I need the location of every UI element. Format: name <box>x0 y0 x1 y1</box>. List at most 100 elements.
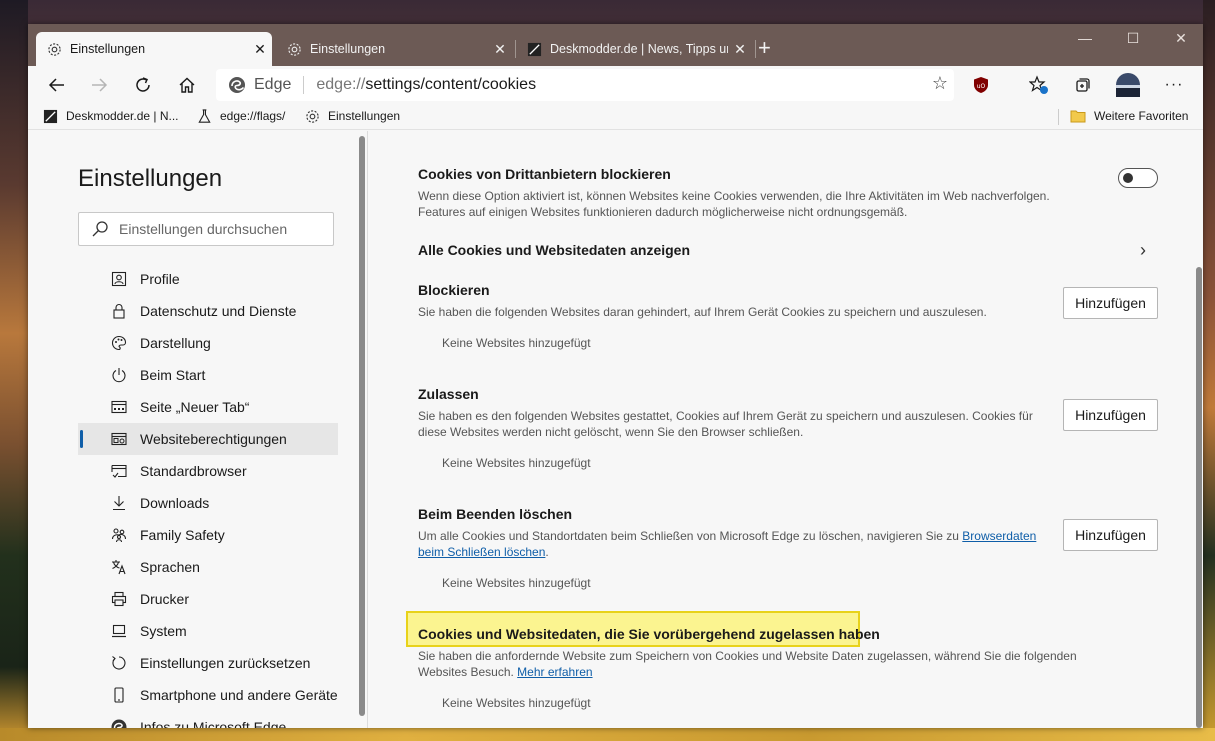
section-all-cookies[interactable]: Alle Cookies und Websitedaten anzeigen › <box>418 240 1158 260</box>
sidebar-scrollbar[interactable] <box>358 136 366 728</box>
phone-icon <box>110 686 128 704</box>
sidebar-item-new-tab[interactable]: Seite „Neuer Tab“ <box>78 391 338 423</box>
home-button[interactable] <box>172 70 202 100</box>
toolbar: Edge edge:// settings/content/cookies ☆ … <box>28 66 1203 104</box>
folder-icon <box>1070 108 1086 124</box>
profile-avatar[interactable] <box>1113 70 1143 100</box>
settings-sidebar: Einstellungen Profile Datenschutz und Di… <box>28 131 358 728</box>
allow-title: Zulassen <box>418 386 479 402</box>
sidebar-item-printer[interactable]: Drucker <box>78 583 338 615</box>
newtab-page-icon <box>110 398 128 416</box>
arrow-left-icon <box>48 78 64 92</box>
favorite-flags[interactable]: edge://flags/ <box>196 108 285 124</box>
url-host: edge:// <box>316 76 366 93</box>
favorite-label: edge://flags/ <box>220 109 286 123</box>
sidebar-item-appearance[interactable]: Darstellung <box>78 327 338 359</box>
desktop-wallpaper-right <box>1203 0 1215 741</box>
tab-label: Einstellungen <box>70 42 146 56</box>
tab-close-button[interactable]: ✕ <box>488 41 512 58</box>
clear-on-exit-desc-suffix: . <box>545 545 549 559</box>
home-icon <box>179 77 195 93</box>
address-brand: Edge <box>254 76 292 93</box>
gear-icon <box>286 41 302 57</box>
section-clear-on-exit: Beim Beenden löschen Um alle Cookies und… <box>418 506 1158 596</box>
settings-search[interactable] <box>78 212 334 246</box>
sidebar-item-languages[interactable]: Sprachen <box>78 551 338 583</box>
sidebar-item-phone[interactable]: Smartphone und andere Geräte <box>78 679 338 711</box>
sidebar-item-about[interactable]: Infos zu Microsoft Edge <box>78 711 338 728</box>
main-scrollbar[interactable] <box>1195 131 1203 728</box>
main-scrollbar-thumb[interactable] <box>1196 267 1202 728</box>
all-cookies-title: Alle Cookies und Websitedaten anzeigen <box>418 242 691 258</box>
sidebar-item-label: Sprachen <box>140 559 200 575</box>
sidebar-scrollbar-thumb[interactable] <box>359 136 365 716</box>
section-block: Blockieren Sie haben die folgenden Websi… <box>418 282 1158 362</box>
minimize-button[interactable]: — <box>1065 30 1105 46</box>
sidebar-item-startup[interactable]: Beim Start <box>78 359 338 391</box>
browser-window: Einstellungen ✕ Einstellungen ✕ Deskmodd… <box>28 24 1203 728</box>
ublock-extension-icon[interactable]: uO <box>968 72 994 98</box>
sidebar-item-label: Downloads <box>140 495 210 511</box>
third-party-toggle[interactable] <box>1118 168 1158 188</box>
temporary-empty-text: Keine Websites hinzugefügt <box>442 696 591 710</box>
tab-close-button[interactable]: ✕ <box>728 41 752 58</box>
sidebar-item-default-browser[interactable]: Standardbrowser <box>78 455 338 487</box>
favorite-settings[interactable]: Einstellungen <box>304 108 400 124</box>
tab-close-button[interactable]: ✕ <box>248 41 272 58</box>
more-menu-button[interactable]: ··· <box>1161 72 1187 98</box>
third-party-title: Cookies von Drittanbietern blockieren <box>418 166 671 182</box>
family-icon <box>110 526 128 544</box>
sidebar-item-downloads[interactable]: Downloads <box>78 487 338 519</box>
temporary-title: Cookies und Websitedaten, die Sie vorübe… <box>418 626 880 642</box>
desktop-wallpaper-bottom <box>0 728 1215 741</box>
favorite-deskmodder[interactable]: Deskmodder.de | N... <box>42 108 179 124</box>
svg-text:uO: uO <box>977 83 986 90</box>
favorites-separator <box>1058 109 1059 125</box>
section-allow: Zulassen Sie haben es den folgenden Webs… <box>418 386 1158 476</box>
tab-strip: Einstellungen ✕ Einstellungen ✕ Deskmodd… <box>28 24 1203 66</box>
clear-on-exit-add-button[interactable]: Hinzufügen <box>1063 519 1158 551</box>
favorite-star-icon[interactable]: ☆ <box>932 73 948 94</box>
sidebar-item-family-safety[interactable]: Family Safety <box>78 519 338 551</box>
new-tab-button[interactable]: + <box>758 36 771 60</box>
maximize-button[interactable]: ☐ <box>1113 30 1153 47</box>
palette-icon <box>110 334 128 352</box>
tab-deskmodder[interactable]: Deskmodder.de | News, Tipps un ✕ <box>516 32 752 66</box>
sidebar-item-label: System <box>140 623 187 639</box>
sidebar-item-profile[interactable]: Profile <box>78 263 338 295</box>
sidebar-item-label: Datenschutz und Dienste <box>140 303 297 319</box>
sidebar-item-label: Drucker <box>140 591 190 607</box>
sidebar-item-privacy[interactable]: Datenschutz und Dienste <box>78 295 338 327</box>
search-input[interactable] <box>119 221 319 237</box>
close-window-button[interactable]: ✕ <box>1161 30 1201 47</box>
address-separator <box>303 76 305 94</box>
learn-more-link[interactable]: Mehr erfahren <box>517 665 592 679</box>
lock-icon <box>110 302 128 320</box>
favorites-icon[interactable] <box>1026 72 1052 98</box>
arrow-right-icon <box>92 78 108 92</box>
back-button[interactable] <box>42 70 72 100</box>
sidebar-item-label: Family Safety <box>140 527 225 543</box>
tab-settings[interactable]: Einstellungen ✕ <box>276 32 512 66</box>
other-favorites[interactable]: Weitere Favoriten <box>1070 108 1188 124</box>
section-third-party-cookies: Cookies von Drittanbietern blockieren We… <box>418 166 1158 220</box>
section-temporary-allowed: Cookies und Websitedaten, die Sie vorübe… <box>418 626 1158 716</box>
gear-icon <box>46 41 62 57</box>
tab-settings-active[interactable]: Einstellungen ✕ <box>36 32 272 66</box>
allow-add-button[interactable]: Hinzufügen <box>1063 399 1158 431</box>
sidebar-item-label: Darstellung <box>140 335 211 351</box>
other-favorites-label: Weitere Favoriten <box>1094 109 1189 123</box>
language-icon <box>110 558 128 576</box>
profile-icon <box>110 270 128 288</box>
sidebar-item-system[interactable]: System <box>78 615 338 647</box>
refresh-button[interactable] <box>128 70 158 100</box>
reset-icon <box>110 654 128 672</box>
sidebar-item-site-permissions[interactable]: Websiteberechtigungen <box>78 423 338 455</box>
sidebar-item-reset[interactable]: Einstellungen zurücksetzen <box>78 647 338 679</box>
tab-label: Deskmodder.de | News, Tipps un <box>550 42 728 56</box>
block-add-button[interactable]: Hinzufügen <box>1063 287 1158 319</box>
temporary-desc: Sie haben die anfordernde Website zum Sp… <box>418 648 1118 680</box>
address-bar[interactable]: Edge edge:// settings/content/cookies ☆ <box>216 69 954 101</box>
collections-icon[interactable] <box>1069 72 1095 98</box>
forward-button[interactable] <box>84 70 114 100</box>
